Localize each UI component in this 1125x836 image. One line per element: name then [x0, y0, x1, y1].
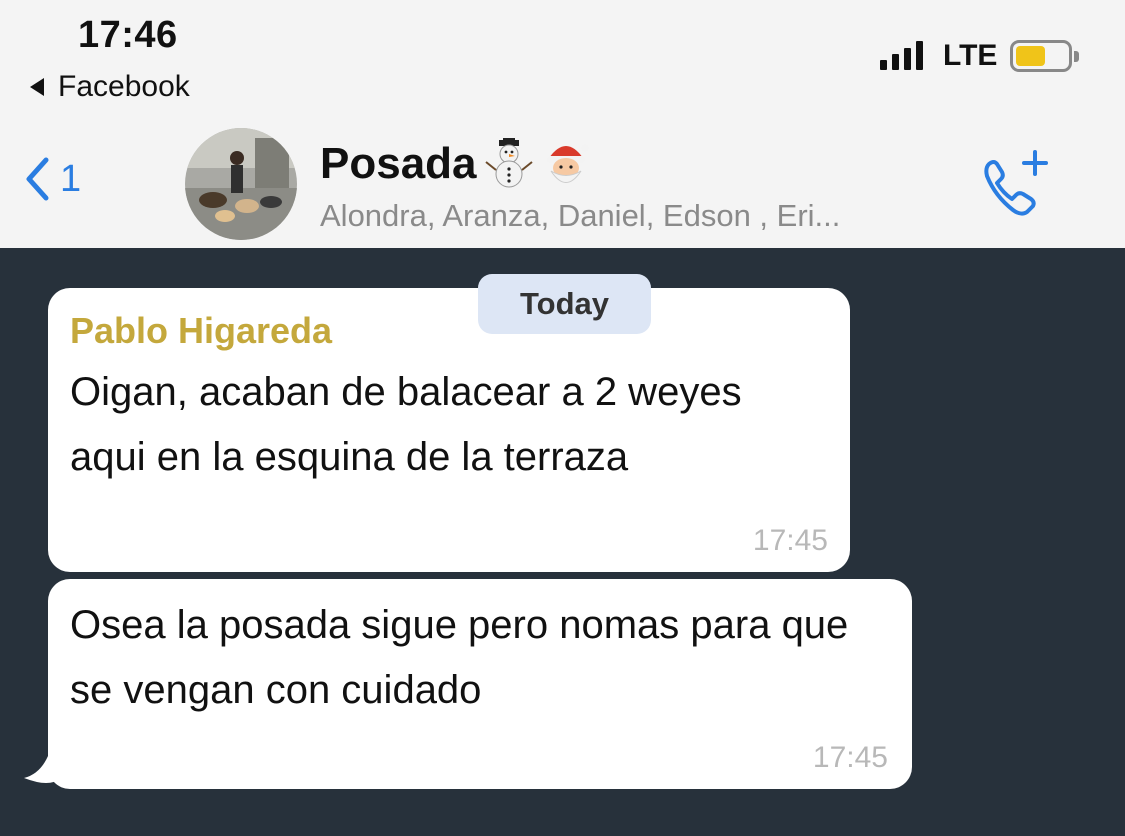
message-text: Osea la posada sigue pero nomas para que…	[70, 603, 849, 712]
group-name: Posada	[320, 139, 477, 188]
back-triangle-icon	[30, 78, 44, 96]
group-title[interactable]: Posada	[320, 138, 591, 190]
message-bubble[interactable]: Osea la posada sigue pero nomas para que…	[48, 579, 912, 789]
group-members[interactable]: Alondra, Aranza, Daniel, Edson , Eri...	[320, 198, 840, 234]
santa-icon	[546, 144, 589, 183]
message-time: 17:45	[812, 741, 888, 774]
signal-strength-icon	[880, 40, 923, 70]
chevron-left-icon	[26, 157, 49, 201]
unread-count: 1	[60, 157, 82, 200]
battery-icon	[1010, 40, 1079, 72]
message-bubble[interactable]: Pablo Higareda Oigan, acaban de balacear…	[48, 288, 850, 572]
snowman-icon	[484, 138, 533, 188]
back-to-app-link[interactable]: Facebook	[30, 70, 190, 104]
group-photo-icon	[185, 128, 297, 240]
group-avatar[interactable]	[185, 128, 297, 240]
add-call-button[interactable]	[975, 144, 1059, 233]
chat-header: 1 Posada Alondra, Aranza, Daniel, Edson …	[0, 118, 1125, 248]
status-time: 17:46	[78, 14, 178, 56]
back-app-label: Facebook	[58, 70, 190, 103]
battery-fill	[1016, 46, 1045, 66]
phone-add-icon	[984, 150, 1048, 216]
message-sender[interactable]: Pablo Higareda	[70, 310, 332, 352]
message-time: 17:45	[752, 524, 828, 557]
network-type: LTE	[943, 39, 998, 72]
back-button[interactable]: 1	[24, 156, 81, 202]
chat-area[interactable]: Pablo Higareda Oigan, acaban de balacear…	[0, 248, 1125, 836]
date-separator: Today	[478, 274, 651, 334]
status-bar: 17:46 Facebook LTE	[0, 0, 1125, 118]
message-text: Oigan, acaban de balacear a 2 weyes aqui…	[70, 370, 742, 479]
